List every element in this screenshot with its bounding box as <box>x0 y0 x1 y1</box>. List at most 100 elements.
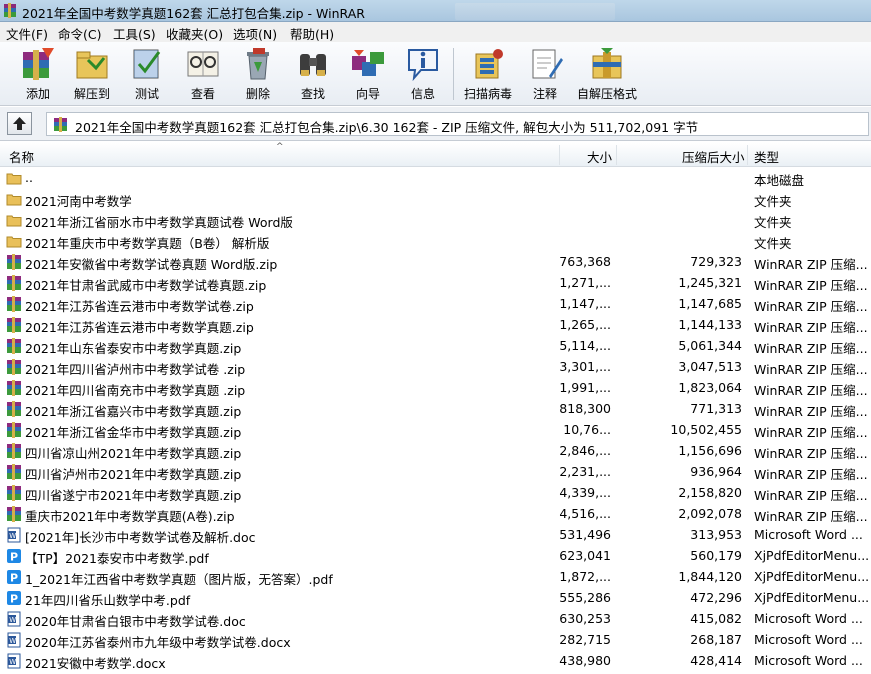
file-row[interactable]: 重庆市2021年中考数学真题(A卷).zip 4,516,... 2,092,078… <box>0 503 871 524</box>
file-row[interactable]: 2021年浙江省金华市中考数学真题.zip 10,76... 10,502,455 W… <box>0 419 871 440</box>
file-row[interactable]: 2021年四川省南充市中考数学真题 .zip 1,991,... 1,823,064… <box>0 377 871 398</box>
add-button[interactable]: 添加 <box>11 44 65 104</box>
column-header: ^ 名称 大小 压缩后大小 类型 <box>0 142 871 167</box>
file-type: WinRAR ZIP 压缩... <box>754 362 868 377</box>
file-row[interactable]: 2021年江苏省连云港市中考数学试卷.zip 1,147,... 1,147,685… <box>0 293 871 314</box>
file-name: 2021河南中考数学 <box>25 194 132 209</box>
file-row[interactable]: P 【TP】2021泰安市中考数学.pdf 623,041 560,179 XjPdfE… <box>0 545 871 566</box>
column-divider[interactable] <box>747 145 748 165</box>
file-packed-size: 428,414 <box>690 653 742 668</box>
file-row[interactable]: 2021年甘肃省武威市中考数学试卷真题.zip 1,271,... 1,245,32… <box>0 272 871 293</box>
zip-icon <box>6 506 22 522</box>
file-row[interactable]: 四川省泸州市2021年中考数学真题.zip 2,231,... 936,964 Win… <box>0 461 871 482</box>
word-doc-icon: W <box>6 632 22 648</box>
menu-options[interactable]: 选项(N) <box>233 24 277 43</box>
file-name: 2021年山东省泰安市中考数学真题.zip <box>25 341 242 356</box>
folder-icon <box>6 191 22 207</box>
file-row[interactable]: 2021年浙江省嘉兴市中考数学真题.zip 818,300 771,313 WinRA… <box>0 398 871 419</box>
svg-text:P: P <box>10 572 18 585</box>
test-label: 测试 <box>134 87 159 101</box>
file-row[interactable]: 2021年安徽省中考数学试卷真题 Word版.zip 763,368 729,323… <box>0 251 871 272</box>
delete-label: 删除 <box>245 87 270 101</box>
column-divider[interactable] <box>616 145 617 165</box>
menu-file[interactable]: 文件(F) <box>6 24 48 43</box>
add-label: 添加 <box>25 87 50 101</box>
file-packed-size: 1,147,685 <box>678 296 742 311</box>
word-doc-icon: W <box>6 611 22 627</box>
file-name: 四川省泸州市2021年中考数学真题.zip <box>25 467 242 482</box>
title-bar: 2021年全国中考数学真题162套 汇总打包合集.zip - WinRAR <box>0 0 871 22</box>
file-row[interactable]: W [2021年]长沙市中考数学试卷及解析.doc 531,496 313,953 Mi… <box>0 524 871 545</box>
file-row[interactable]: W 2020年江苏省泰州市九年级中考数学试卷.docx 282,715 268,187… <box>0 629 871 650</box>
file-row[interactable]: P 1_2021年江西省中考数学真题（图片版，无答案）.pdf 1,872,... 1… <box>0 566 871 587</box>
comment-button[interactable]: 注释 <box>518 44 572 104</box>
wizard-icon <box>352 50 384 76</box>
file-packed-size: 313,953 <box>690 527 742 542</box>
zip-icon <box>6 254 22 270</box>
file-packed-size: 415,082 <box>690 611 742 626</box>
sfx-button[interactable]: 自解压格式 <box>573 44 641 104</box>
file-size: 1,271,... <box>559 275 611 290</box>
toolbar: 添加 解压到 测试 查看 删除 查找 向导 信息 扫描病毒 注释 自解压格式 <box>0 42 871 106</box>
column-packed[interactable]: 压缩后大小 <box>682 147 745 166</box>
view-button[interactable]: 查看 <box>176 44 230 104</box>
menu-commands[interactable]: 命令(C) <box>58 24 101 43</box>
menu-favorites[interactable]: 收藏夹(O) <box>166 24 223 43</box>
zip-icon <box>6 380 22 396</box>
file-row[interactable]: W 2020年甘肃省白银市中考数学试卷.doc 630,253 415,082 Micr… <box>0 608 871 629</box>
file-type: 文件夹 <box>754 236 792 251</box>
file-row[interactable]: 四川省遂宁市2021年中考数学真题.zip 4,339,... 2,158,820 W… <box>0 482 871 503</box>
menu-help[interactable]: 帮助(H) <box>290 24 334 43</box>
virus-scan-label: 扫描病毒 <box>463 87 512 101</box>
column-name[interactable]: 名称 <box>9 147 34 166</box>
file-row[interactable]: 四川省凉山州2021年中考数学真题.zip 2,846,... 1,156,696 W… <box>0 440 871 461</box>
folder-icon <box>6 233 22 249</box>
file-row[interactable]: 2021河南中考数学 文件夹 <box>0 188 871 209</box>
file-packed-size: 2,158,820 <box>678 485 742 500</box>
word-doc-icon: W <box>6 527 22 543</box>
extract-to-button[interactable]: 解压到 <box>65 44 119 104</box>
file-row[interactable]: 2021年四川省泸州市中考数学试卷 .zip 3,301,... 3,047,513… <box>0 356 871 377</box>
find-button[interactable]: 查找 <box>286 44 340 104</box>
column-type[interactable]: 类型 <box>754 147 779 166</box>
svg-text:W: W <box>9 616 16 624</box>
background-window-ghost <box>455 3 615 20</box>
virus-scan-button[interactable]: 扫描病毒 <box>461 44 515 104</box>
column-divider[interactable] <box>559 145 560 165</box>
word-doc-icon: W <box>6 653 22 669</box>
file-row[interactable]: 2021年江苏省连云港市中考数学真题.zip 1,265,... 1,144,133… <box>0 314 871 335</box>
file-name: 【TP】2021泰安市中考数学.pdf <box>25 551 209 566</box>
file-name: 2020年江苏省泰州市九年级中考数学试卷.docx <box>25 635 291 650</box>
file-list[interactable]: .. 本地磁盘 2021河南中考数学 文件夹 2021年浙江省丽水市中考数学真题试卷 W… <box>0 167 871 674</box>
up-arrow-icon <box>13 117 26 130</box>
file-packed-size: 771,313 <box>690 401 742 416</box>
zip-icon <box>6 296 22 312</box>
up-folder-button[interactable] <box>7 112 32 135</box>
file-row[interactable]: 2021年浙江省丽水市中考数学真题试卷 Word版 文件夹 <box>0 209 871 230</box>
zip-icon <box>6 485 22 501</box>
file-row[interactable]: 2021年重庆市中考数学真题（B卷） 解析版 文件夹 <box>0 230 871 251</box>
file-row[interactable]: W 2021安徽中考数学.docx 438,980 428,414 Microsoft … <box>0 650 871 671</box>
file-type: WinRAR ZIP 压缩... <box>754 341 868 356</box>
wizard-button[interactable]: 向导 <box>341 44 395 104</box>
file-row[interactable]: 2021年山东省泰安市中考数学真题.zip 5,114,... 5,061,344 W… <box>0 335 871 356</box>
file-row[interactable]: .. 本地磁盘 <box>0 167 871 188</box>
extract-to-label: 解压到 <box>73 87 110 101</box>
test-button[interactable]: 测试 <box>120 44 174 104</box>
info-button[interactable]: 信息 <box>396 44 450 104</box>
file-type: WinRAR ZIP 压缩... <box>754 467 868 482</box>
file-name: [2021年]长沙市中考数学试卷及解析.doc <box>25 530 256 545</box>
address-field[interactable]: 2021年全国中考数学真题162套 汇总打包合集.zip\6.30 162套 -… <box>46 112 869 136</box>
virus-scan-icon <box>475 49 503 79</box>
file-size: 531,496 <box>559 527 611 542</box>
file-name: 重庆市2021年中考数学真题(A卷).zip <box>25 509 235 524</box>
menu-tools[interactable]: 工具(S) <box>113 24 156 43</box>
file-row[interactable]: P 21年四川省乐山数学中考.pdf 555,286 472,296 XjPdfEdit… <box>0 587 871 608</box>
file-type: 文件夹 <box>754 194 792 209</box>
column-size[interactable]: 大小 <box>587 147 612 166</box>
file-packed-size: 3,047,513 <box>678 359 742 374</box>
comment-icon <box>532 49 563 79</box>
file-name: 1_2021年江西省中考数学真题（图片版，无答案）.pdf <box>25 572 333 587</box>
delete-button[interactable]: 删除 <box>231 44 285 104</box>
file-name: 2021安徽中考数学.docx <box>25 656 166 671</box>
